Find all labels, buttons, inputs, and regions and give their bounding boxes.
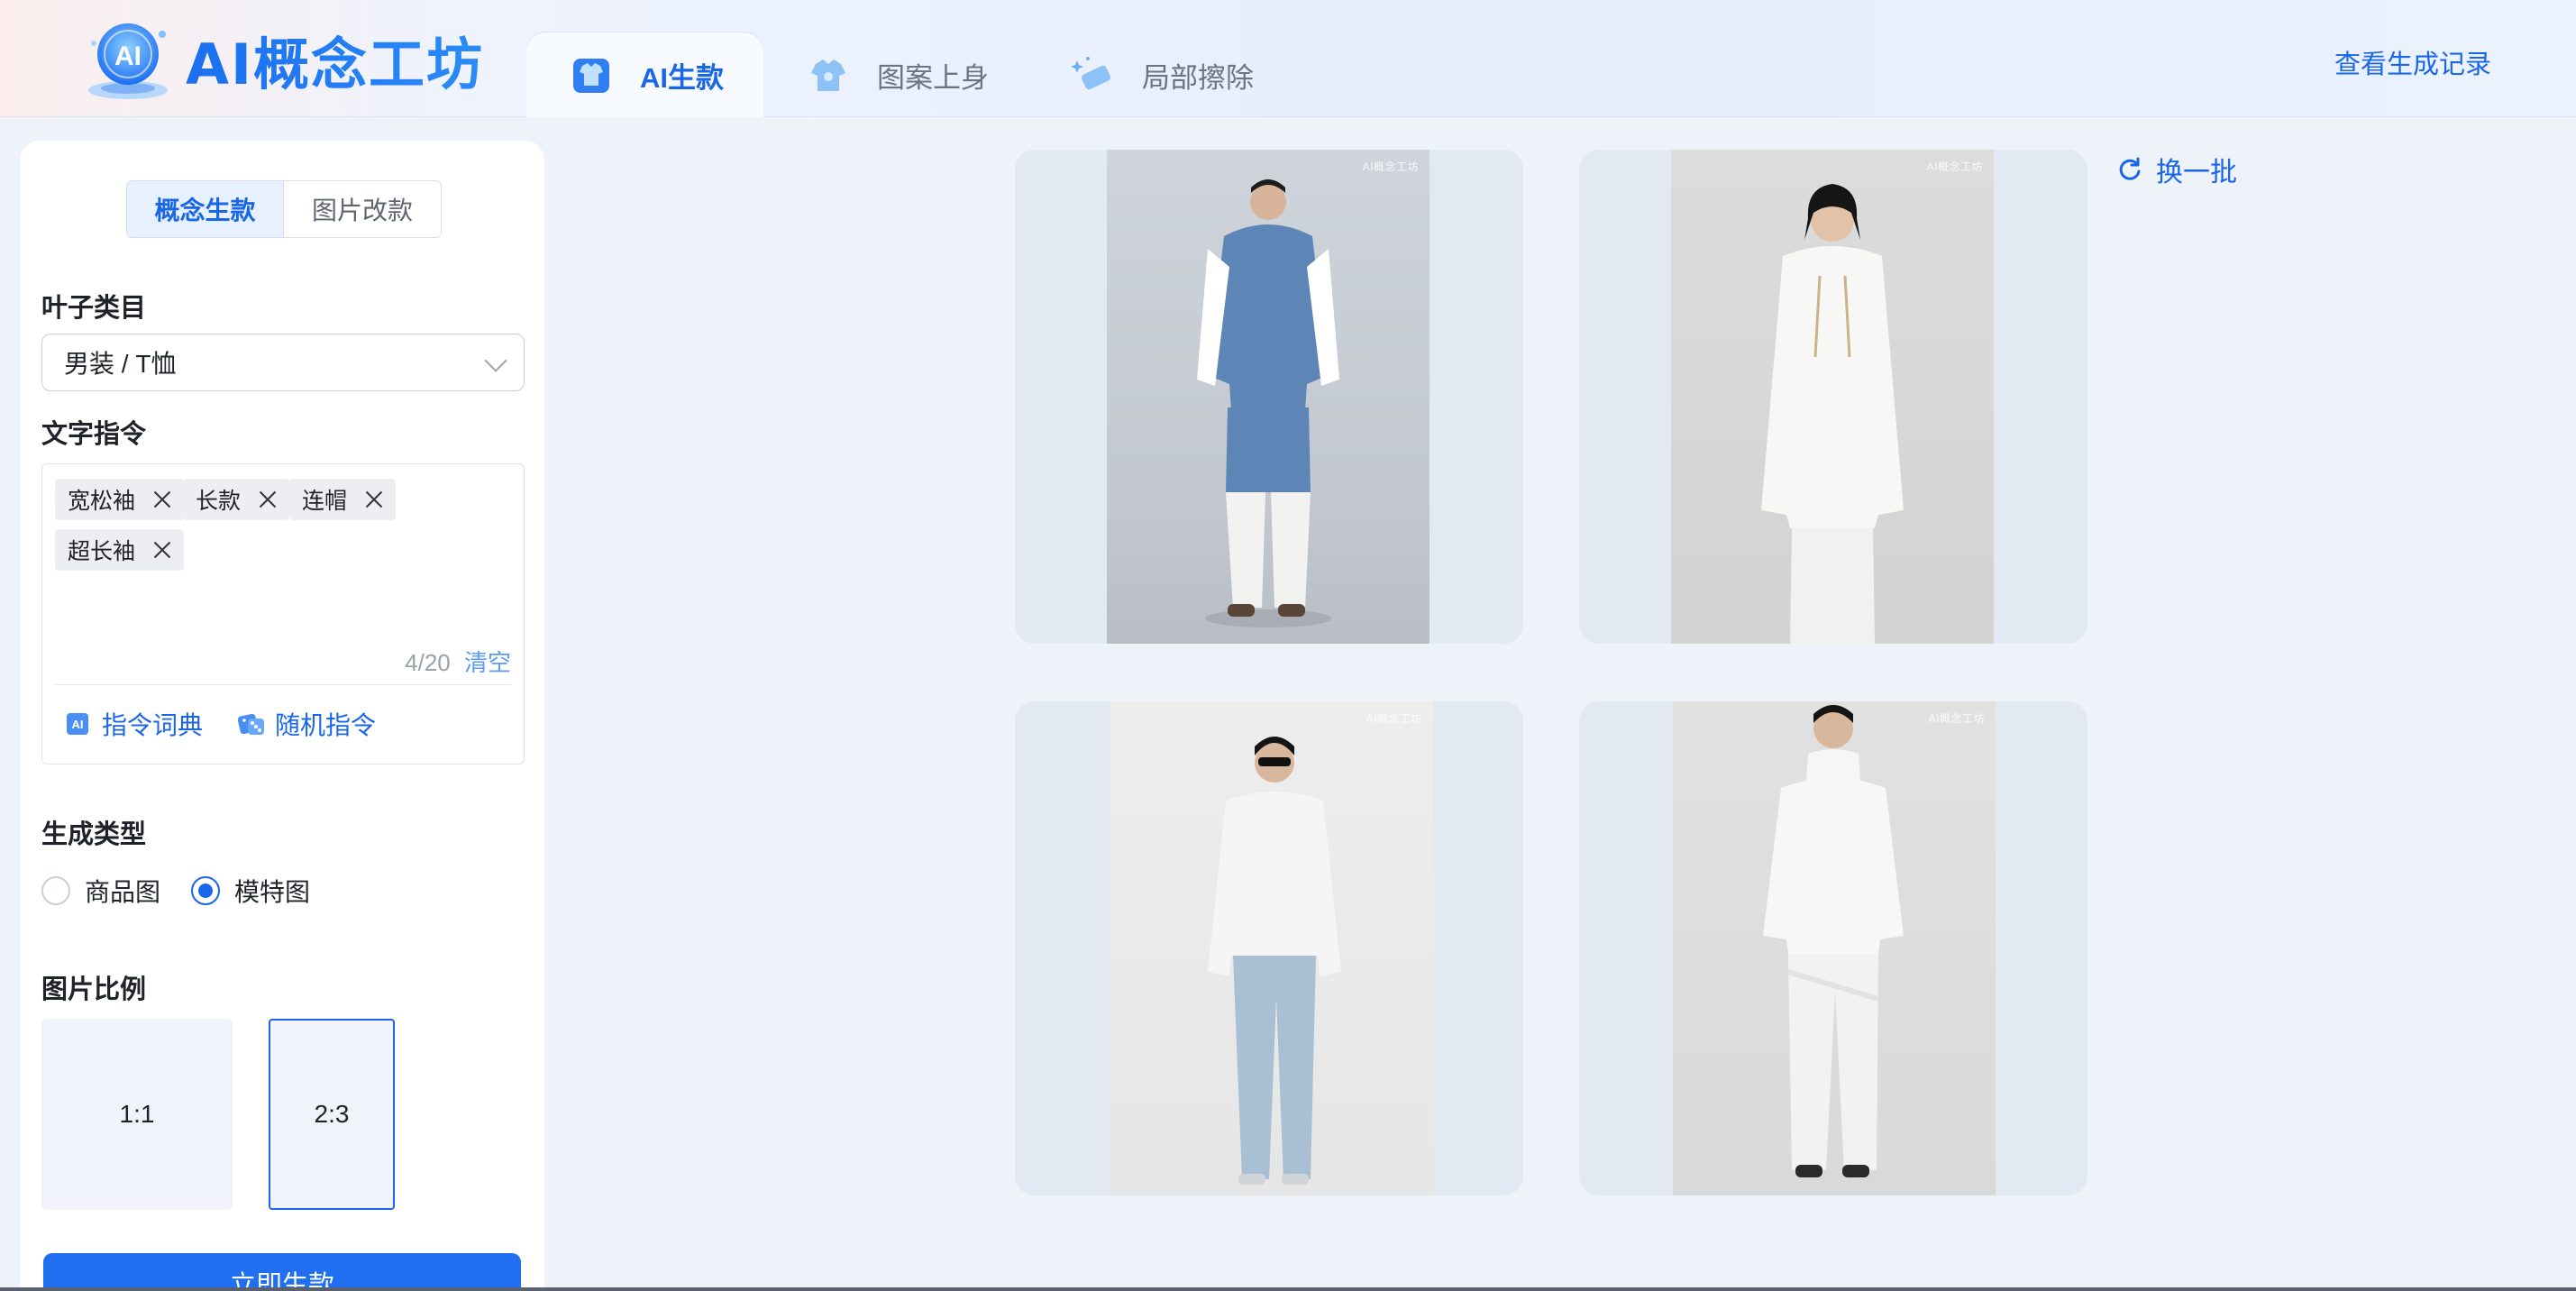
window-bottom-edge — [0, 1287, 2576, 1291]
model-figure — [1763, 705, 1904, 1177]
tab-label: 局部擦除 — [1142, 61, 1254, 94]
refresh-batch-button[interactable]: 换一批 — [2116, 150, 2237, 189]
divider — [55, 684, 511, 685]
radio-product-image[interactable] — [41, 876, 70, 905]
dictionary-label: 指令词典 — [102, 711, 204, 739]
clear-button[interactable]: 清空 — [464, 649, 511, 676]
generated-model-image[interactable]: AI概念工坊 — [1107, 150, 1430, 644]
tag-label: 长款 — [196, 489, 242, 514]
close-icon[interactable] — [259, 490, 277, 508]
result-card[interactable]: AI概念工坊 — [1015, 150, 1523, 644]
radio-label: 商品图 — [85, 878, 161, 906]
generated-model-image[interactable]: AI概念工坊 — [1673, 701, 1996, 1195]
mode-concept-generate[interactable]: 概念生款 — [127, 181, 284, 237]
ratio-option-2-3[interactable]: 2:3 — [269, 1019, 395, 1210]
tab-label: AI生款 — [640, 61, 724, 94]
watermark: AI概念工坊 — [1928, 712, 1985, 725]
eraser-icon — [1070, 51, 1117, 98]
top-header: AI AI概念工坊 AI生款 图案上身 局部擦除 查看生成记录 — [0, 0, 2576, 117]
tag-label: 宽松袖 — [68, 489, 136, 514]
model-figure — [1197, 179, 1339, 627]
refresh-label: 换一批 — [2156, 158, 2237, 188]
ai-badge-icon: AI — [79, 16, 177, 103]
generation-type-radios: 商品图 模特图 — [41, 873, 310, 909]
result-card[interactable]: AI概念工坊 — [1015, 701, 1523, 1195]
tab-label: 图案上身 — [877, 61, 989, 94]
refresh-icon — [2119, 157, 2141, 180]
app-logo[interactable]: AI AI概念工坊 — [79, 16, 484, 103]
close-icon[interactable] — [153, 541, 171, 559]
tab-ai-generate[interactable]: AI生款 — [526, 32, 763, 117]
model-figure — [1761, 184, 1904, 644]
prompt-dictionary-button[interactable]: AI 指令词典 — [66, 706, 203, 742]
category-value: 男装 / T恤 — [64, 350, 177, 378]
svg-text:AI: AI — [114, 41, 142, 71]
watermark: AI概念工坊 — [1926, 160, 1983, 173]
random-prompt-button[interactable]: 随机指令 — [237, 706, 376, 742]
result-card[interactable]: AI概念工坊 — [1579, 150, 2087, 644]
watermark: AI概念工坊 — [1362, 160, 1419, 173]
tab-pattern-on-body[interactable]: 图案上身 — [763, 32, 1028, 117]
prompt-tag: 宽松袖 — [55, 479, 185, 520]
tag-label: 连帽 — [302, 489, 348, 514]
mode-image-modify[interactable]: 图片改款 — [284, 181, 441, 237]
ai-dictionary-icon: AI — [67, 713, 88, 735]
close-icon[interactable] — [153, 490, 171, 508]
generated-model-image[interactable]: AI概念工坊 — [1671, 150, 1994, 644]
prompt-tag: 超长袖 — [55, 529, 185, 571]
watermark: AI概念工坊 — [1366, 712, 1422, 725]
generation-settings-panel: 概念生款 图片改款 叶子类目 男装 / T恤 文字指令 宽松袖 长款 连帽 超长… — [20, 141, 544, 1291]
category-select[interactable]: 男装 / T恤 — [41, 334, 525, 391]
app-title: AI概念工坊 — [186, 19, 484, 100]
main-tabs: AI生款 图案上身 局部擦除 — [526, 32, 1293, 117]
tab-partial-erase[interactable]: 局部擦除 — [1028, 32, 1293, 117]
result-card[interactable]: AI概念工坊 — [1579, 701, 2087, 1195]
ratio-label: 图片比例 — [41, 975, 147, 1004]
ratio-option-1-1[interactable]: 1:1 — [41, 1019, 233, 1210]
prompt-tag: 连帽 — [289, 479, 397, 520]
random-label: 随机指令 — [275, 711, 377, 739]
view-history-link[interactable]: 查看生成记录 — [2334, 43, 2491, 81]
generate-button[interactable]: 立即生款 — [43, 1253, 521, 1291]
generated-model-image[interactable]: AI概念工坊 — [1110, 701, 1433, 1195]
tag-label: 超长袖 — [68, 539, 136, 564]
close-icon[interactable] — [365, 490, 383, 508]
radio-label: 模特图 — [234, 878, 311, 906]
tshirt-icon — [568, 51, 615, 98]
prompt-tag: 长款 — [183, 479, 290, 520]
model-figure — [1208, 737, 1341, 1185]
prompt-label: 文字指令 — [41, 420, 147, 449]
svg-text:AI: AI — [72, 718, 84, 731]
chevron-down-icon — [484, 349, 507, 372]
shirt-print-icon — [805, 51, 852, 98]
prompt-counter: 4/20 清空 — [405, 645, 511, 678]
dice-icon — [237, 713, 264, 735]
mode-segmented-control: 概念生款 图片改款 — [126, 180, 442, 238]
category-label: 叶子类目 — [41, 294, 147, 323]
tag-count: 4/20 — [405, 649, 451, 676]
prompt-input-area[interactable]: 宽松袖 长款 连帽 超长袖 4/20 清空 AI 指令词典 随机指令 — [41, 463, 525, 765]
radio-model-image[interactable] — [191, 876, 221, 905]
generation-type-label: 生成类型 — [41, 820, 147, 849]
